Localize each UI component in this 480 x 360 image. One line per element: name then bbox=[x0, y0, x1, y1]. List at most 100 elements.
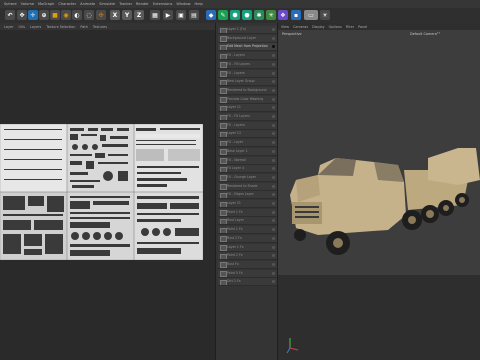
layer-row[interactable]: Dirt 2 Fx bbox=[218, 278, 277, 287]
layer-visibility-icon[interactable] bbox=[272, 71, 275, 75]
layer-visibility-icon[interactable] bbox=[272, 245, 275, 249]
layer-row[interactable]: Paint 2 Fx bbox=[218, 252, 277, 261]
layer-visibility-icon[interactable] bbox=[272, 167, 275, 171]
menu-item[interactable]: MoGraph bbox=[38, 2, 54, 6]
uv-menu-layer[interactable]: Layer bbox=[4, 25, 13, 29]
layer-visibility-icon[interactable] bbox=[272, 62, 275, 66]
layer-row[interactable]: Layer 13 bbox=[218, 130, 277, 139]
layer-row[interactable]: Layer 21 bbox=[218, 200, 277, 208]
viewport-camera-label[interactable]: Default Camera°° bbox=[410, 32, 440, 36]
layer-visibility-icon[interactable] bbox=[272, 97, 275, 101]
scene-icon[interactable]: ❖ bbox=[278, 10, 288, 20]
layer-row[interactable]: Edit Mesh from Projection bbox=[218, 43, 277, 52]
move-icon[interactable]: ⊕ bbox=[39, 10, 49, 20]
uv-menu-path[interactable]: Path bbox=[80, 25, 87, 29]
object-tool-icon[interactable]: ◐ bbox=[72, 10, 82, 20]
layer-visibility-icon[interactable] bbox=[272, 123, 275, 127]
coordinate-system-icon[interactable]: ▦ bbox=[150, 10, 160, 20]
light-icon[interactable]: ☀ bbox=[320, 10, 330, 20]
render-picture-icon[interactable]: ▤ bbox=[189, 10, 199, 20]
viewport-menu-filter[interactable]: Filter bbox=[346, 25, 354, 29]
viewport-menu-panel[interactable]: Panel bbox=[358, 25, 367, 29]
layer-row[interactable]: New Layer Group bbox=[218, 78, 277, 87]
layer-row[interactable]: FX - Edges Layer bbox=[218, 191, 277, 200]
layer-row[interactable]: FX - Layers bbox=[218, 69, 277, 78]
layer-row[interactable]: Paint 1 Fx bbox=[218, 208, 277, 217]
undo-icon[interactable]: ↶ bbox=[5, 10, 15, 20]
layer-visibility-icon[interactable] bbox=[272, 175, 275, 179]
layer-visibility-icon[interactable] bbox=[272, 36, 275, 40]
cloner-icon[interactable]: ⬣ bbox=[242, 10, 252, 20]
snap-icon[interactable]: ◌ bbox=[84, 10, 94, 20]
layer-visibility-icon[interactable] bbox=[272, 158, 275, 162]
camera-icon[interactable]: ▪ bbox=[291, 10, 301, 20]
viewport-scene[interactable] bbox=[278, 30, 480, 360]
viewport-menu-view[interactable]: View bbox=[281, 25, 289, 29]
light-panel-icon[interactable]: ▭ bbox=[304, 10, 318, 20]
uv-menu-layers[interactable]: Layers bbox=[30, 25, 41, 29]
layer-visibility-icon[interactable] bbox=[272, 45, 275, 49]
layer-row[interactable]: Background Layer bbox=[218, 34, 277, 43]
layer-row[interactable]: FX - FX Layers bbox=[218, 113, 277, 121]
menu-item[interactable]: Extensions bbox=[153, 2, 173, 6]
menu-item[interactable]: Volume bbox=[21, 2, 34, 6]
subdivision-icon[interactable]: ⬢ bbox=[230, 10, 240, 20]
x-axis-button[interactable]: X bbox=[110, 10, 120, 20]
layer-visibility-icon[interactable] bbox=[272, 54, 275, 58]
layer-row[interactable]: FX - Layers bbox=[218, 52, 277, 61]
layer-visibility-icon[interactable] bbox=[272, 132, 275, 136]
menu-item[interactable]: Help bbox=[195, 2, 203, 6]
layer-visibility-icon[interactable] bbox=[272, 202, 275, 205]
layer-row[interactable]: FX - Grunge Layer bbox=[218, 173, 277, 182]
layer-visibility-icon[interactable] bbox=[272, 236, 275, 240]
layer-visibility-icon[interactable] bbox=[272, 80, 275, 84]
layer-visibility-icon[interactable] bbox=[272, 141, 275, 145]
layer-visibility-icon[interactable] bbox=[272, 149, 275, 153]
render-settings-icon[interactable]: ▣ bbox=[176, 10, 186, 20]
layer-visibility-icon[interactable] bbox=[272, 210, 275, 214]
layer-row[interactable]: Paint 1 Fx bbox=[218, 226, 277, 235]
layer-row[interactable]: Rendered to Shade bbox=[218, 182, 277, 191]
menu-item[interactable]: Tracker bbox=[119, 2, 132, 6]
layer-visibility-icon[interactable] bbox=[272, 28, 275, 31]
uv-texture-map[interactable] bbox=[0, 124, 203, 260]
uv-menu-uvs[interactable]: UVs bbox=[18, 25, 25, 29]
layer-row[interactable]: FX - Layer bbox=[218, 139, 277, 148]
uv-menu-textures[interactable]: Textures bbox=[93, 25, 107, 29]
layer-row[interactable]: FX Layer 4 bbox=[218, 165, 277, 174]
render-view-icon[interactable]: ▶ bbox=[163, 10, 173, 20]
live-selection-icon[interactable]: ✛ bbox=[28, 10, 38, 20]
menu-item[interactable]: Simulate bbox=[99, 2, 115, 6]
layer-row[interactable]: FX - Fill Layers bbox=[218, 60, 277, 69]
menu-item[interactable]: Sphere bbox=[4, 2, 17, 6]
layer-visibility-icon[interactable] bbox=[272, 184, 275, 188]
layer-visibility-icon[interactable] bbox=[272, 254, 275, 258]
layer-visibility-icon[interactable] bbox=[272, 262, 275, 266]
layer-row[interactable]: Layer 1 (Fx) bbox=[218, 26, 277, 34]
layer-row[interactable]: Layer 1 Fx bbox=[218, 243, 277, 252]
scale-icon[interactable]: ■ bbox=[50, 10, 60, 20]
layer-row[interactable]: Rust Layer bbox=[218, 217, 277, 226]
layer-row[interactable]: Base Layer 1 bbox=[218, 147, 277, 156]
layer-row[interactable]: Rust 2 Fx bbox=[218, 234, 277, 243]
layer-row[interactable]: Layer 11 bbox=[218, 104, 277, 113]
layer-row[interactable]: FX - Normal bbox=[218, 156, 277, 165]
pen-icon[interactable]: ✎ bbox=[218, 10, 228, 20]
layer-row[interactable]: Rendered to Background bbox=[218, 86, 277, 95]
layer-visibility-icon[interactable] bbox=[272, 219, 275, 223]
menu-item[interactable]: Animate bbox=[80, 2, 95, 6]
menu-item[interactable]: Character bbox=[58, 2, 76, 6]
menu-item[interactable]: Window bbox=[176, 2, 190, 6]
layer-row[interactable]: Preview Color Washing bbox=[218, 95, 277, 104]
layer-visibility-icon[interactable] bbox=[272, 193, 275, 197]
z-axis-button[interactable]: Z bbox=[134, 10, 144, 20]
menu-item[interactable]: Render bbox=[136, 2, 149, 6]
layer-visibility-icon[interactable] bbox=[272, 115, 275, 118]
uv-menu-texture-selection[interactable]: Texture Selection bbox=[46, 25, 75, 29]
transform-icon[interactable]: ✣ bbox=[96, 10, 106, 20]
rotate-icon[interactable]: ◉ bbox=[61, 10, 71, 20]
viewport-menu-display[interactable]: Display bbox=[312, 25, 325, 29]
layer-visibility-icon[interactable] bbox=[272, 228, 275, 232]
layer-row[interactable]: Paint 5 Fx bbox=[218, 269, 277, 278]
field-icon[interactable]: ✳ bbox=[266, 10, 276, 20]
